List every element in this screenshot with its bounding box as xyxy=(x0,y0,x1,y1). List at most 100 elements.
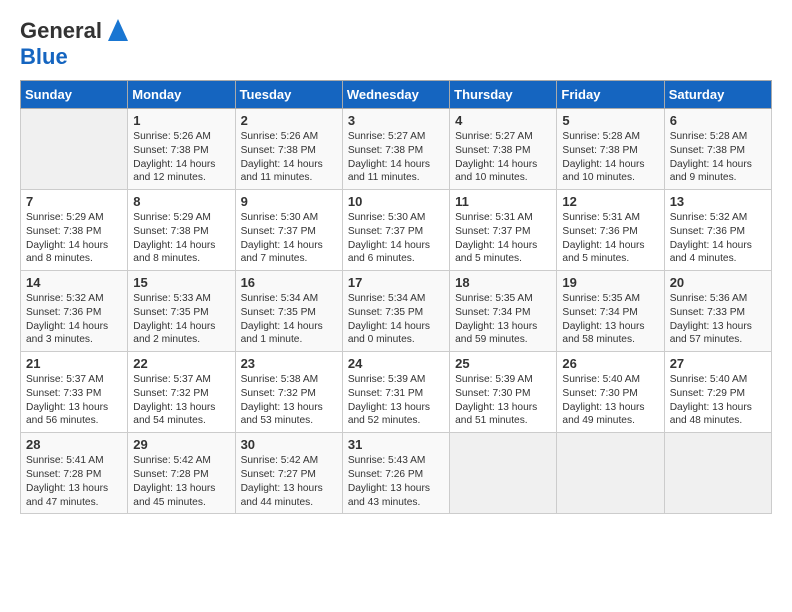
day-info-line: Daylight: 14 hours xyxy=(455,239,551,253)
calendar-cell: 26Sunrise: 5:40 AMSunset: 7:30 PMDayligh… xyxy=(557,352,664,433)
day-info-line: Sunset: 7:38 PM xyxy=(670,144,766,158)
day-info-line: Sunset: 7:34 PM xyxy=(562,306,658,320)
day-info-line: Sunrise: 5:38 AM xyxy=(241,373,337,387)
day-info-line: Sunrise: 5:43 AM xyxy=(348,454,444,468)
day-info-line: Sunrise: 5:26 AM xyxy=(241,130,337,144)
weekday-header-monday: Monday xyxy=(128,81,235,109)
calendar-cell: 17Sunrise: 5:34 AMSunset: 7:35 PMDayligh… xyxy=(342,271,449,352)
logo: General Blue xyxy=(20,18,132,70)
day-info-line: Daylight: 13 hours xyxy=(241,482,337,496)
day-info-line: and 2 minutes. xyxy=(133,333,229,347)
day-info-line: and 5 minutes. xyxy=(562,252,658,266)
day-info-line: Daylight: 14 hours xyxy=(26,239,122,253)
calendar-cell: 24Sunrise: 5:39 AMSunset: 7:31 PMDayligh… xyxy=(342,352,449,433)
calendar-cell: 30Sunrise: 5:42 AMSunset: 7:27 PMDayligh… xyxy=(235,433,342,514)
calendar-cell xyxy=(21,109,128,190)
week-row-3: 14Sunrise: 5:32 AMSunset: 7:36 PMDayligh… xyxy=(21,271,772,352)
day-info-line: Sunrise: 5:30 AM xyxy=(241,211,337,225)
day-info-line: Daylight: 14 hours xyxy=(562,239,658,253)
calendar-cell: 20Sunrise: 5:36 AMSunset: 7:33 PMDayligh… xyxy=(664,271,771,352)
header: General Blue xyxy=(20,18,772,70)
day-info-line: Sunset: 7:30 PM xyxy=(562,387,658,401)
day-info-line: Daylight: 13 hours xyxy=(670,401,766,415)
day-number: 13 xyxy=(670,194,766,209)
page: General Blue SundayMondayTuesdayWednesda… xyxy=(0,0,792,524)
day-info-line: Sunrise: 5:34 AM xyxy=(348,292,444,306)
day-info-line: Sunrise: 5:31 AM xyxy=(455,211,551,225)
weekday-header-tuesday: Tuesday xyxy=(235,81,342,109)
day-info-line: Daylight: 13 hours xyxy=(348,401,444,415)
calendar-cell: 2Sunrise: 5:26 AMSunset: 7:38 PMDaylight… xyxy=(235,109,342,190)
day-info-line: Daylight: 13 hours xyxy=(348,482,444,496)
week-row-2: 7Sunrise: 5:29 AMSunset: 7:38 PMDaylight… xyxy=(21,190,772,271)
calendar-cell: 12Sunrise: 5:31 AMSunset: 7:36 PMDayligh… xyxy=(557,190,664,271)
day-info-line: Sunset: 7:35 PM xyxy=(241,306,337,320)
calendar-cell: 1Sunrise: 5:26 AMSunset: 7:38 PMDaylight… xyxy=(128,109,235,190)
day-number: 25 xyxy=(455,356,551,371)
day-info-line: Sunrise: 5:37 AM xyxy=(133,373,229,387)
day-info-line: Daylight: 14 hours xyxy=(562,158,658,172)
day-info-line: and 52 minutes. xyxy=(348,414,444,428)
calendar-cell: 11Sunrise: 5:31 AMSunset: 7:37 PMDayligh… xyxy=(450,190,557,271)
calendar-cell: 21Sunrise: 5:37 AMSunset: 7:33 PMDayligh… xyxy=(21,352,128,433)
day-info-line: and 8 minutes. xyxy=(26,252,122,266)
day-number: 23 xyxy=(241,356,337,371)
day-info-line: Sunset: 7:28 PM xyxy=(26,468,122,482)
day-number: 17 xyxy=(348,275,444,290)
day-info-line: and 54 minutes. xyxy=(133,414,229,428)
day-info-line: Sunrise: 5:40 AM xyxy=(670,373,766,387)
day-info-line: Sunset: 7:35 PM xyxy=(348,306,444,320)
day-info-line: Sunrise: 5:31 AM xyxy=(562,211,658,225)
day-info-line: Sunrise: 5:29 AM xyxy=(133,211,229,225)
day-info-line: Daylight: 13 hours xyxy=(26,401,122,415)
day-number: 19 xyxy=(562,275,658,290)
day-info-line: and 8 minutes. xyxy=(133,252,229,266)
day-number: 7 xyxy=(26,194,122,209)
day-info-line: and 5 minutes. xyxy=(455,252,551,266)
day-info-line: and 9 minutes. xyxy=(670,171,766,185)
day-number: 30 xyxy=(241,437,337,452)
day-info-line: and 11 minutes. xyxy=(241,171,337,185)
day-number: 3 xyxy=(348,113,444,128)
day-info-line: Sunrise: 5:40 AM xyxy=(562,373,658,387)
calendar-table: SundayMondayTuesdayWednesdayThursdayFrid… xyxy=(20,80,772,514)
calendar-cell xyxy=(664,433,771,514)
day-info-line: Sunset: 7:38 PM xyxy=(26,225,122,239)
day-info-line: Daylight: 13 hours xyxy=(133,482,229,496)
day-number: 4 xyxy=(455,113,551,128)
calendar-cell: 18Sunrise: 5:35 AMSunset: 7:34 PMDayligh… xyxy=(450,271,557,352)
day-info-line: Daylight: 14 hours xyxy=(348,158,444,172)
day-info-line: and 59 minutes. xyxy=(455,333,551,347)
day-info-line: Sunset: 7:33 PM xyxy=(670,306,766,320)
day-info-line: and 45 minutes. xyxy=(133,496,229,510)
weekday-header-saturday: Saturday xyxy=(664,81,771,109)
day-info-line: Daylight: 14 hours xyxy=(133,320,229,334)
day-number: 21 xyxy=(26,356,122,371)
day-number: 18 xyxy=(455,275,551,290)
day-number: 12 xyxy=(562,194,658,209)
day-info-line: Sunset: 7:38 PM xyxy=(241,144,337,158)
calendar-cell: 9Sunrise: 5:30 AMSunset: 7:37 PMDaylight… xyxy=(235,190,342,271)
calendar-cell: 13 Sunrise: 5:32 AMSunset: 7:36 PMDayligh… xyxy=(664,190,771,271)
day-number: 27 xyxy=(670,356,766,371)
day-number: 29 xyxy=(133,437,229,452)
day-number: 9 xyxy=(241,194,337,209)
day-info-line: and 57 minutes. xyxy=(670,333,766,347)
day-info-line: Sunset: 7:36 PM xyxy=(670,225,766,239)
day-info-line: Sunrise: 5:39 AM xyxy=(455,373,551,387)
week-row-4: 21Sunrise: 5:37 AMSunset: 7:33 PMDayligh… xyxy=(21,352,772,433)
day-info-line: Daylight: 13 hours xyxy=(133,401,229,415)
calendar-cell: 10Sunrise: 5:30 AMSunset: 7:37 PMDayligh… xyxy=(342,190,449,271)
day-info-line: Sunrise: 5:28 AM xyxy=(670,130,766,144)
day-info-line: Sunrise: 5:34 AM xyxy=(241,292,337,306)
day-info-line: Sunrise: 5:32 AM xyxy=(670,211,766,225)
day-info-line: and 58 minutes. xyxy=(562,333,658,347)
calendar-cell: 23Sunrise: 5:38 AMSunset: 7:32 PMDayligh… xyxy=(235,352,342,433)
day-info-line: Sunrise: 5:29 AM xyxy=(26,211,122,225)
day-info-line: and 51 minutes. xyxy=(455,414,551,428)
day-number: 10 xyxy=(348,194,444,209)
day-info-line: and 1 minute. xyxy=(241,333,337,347)
day-info-line: Daylight: 14 hours xyxy=(670,239,766,253)
day-info-line: and 11 minutes. xyxy=(348,171,444,185)
day-info-line: Daylight: 13 hours xyxy=(562,401,658,415)
